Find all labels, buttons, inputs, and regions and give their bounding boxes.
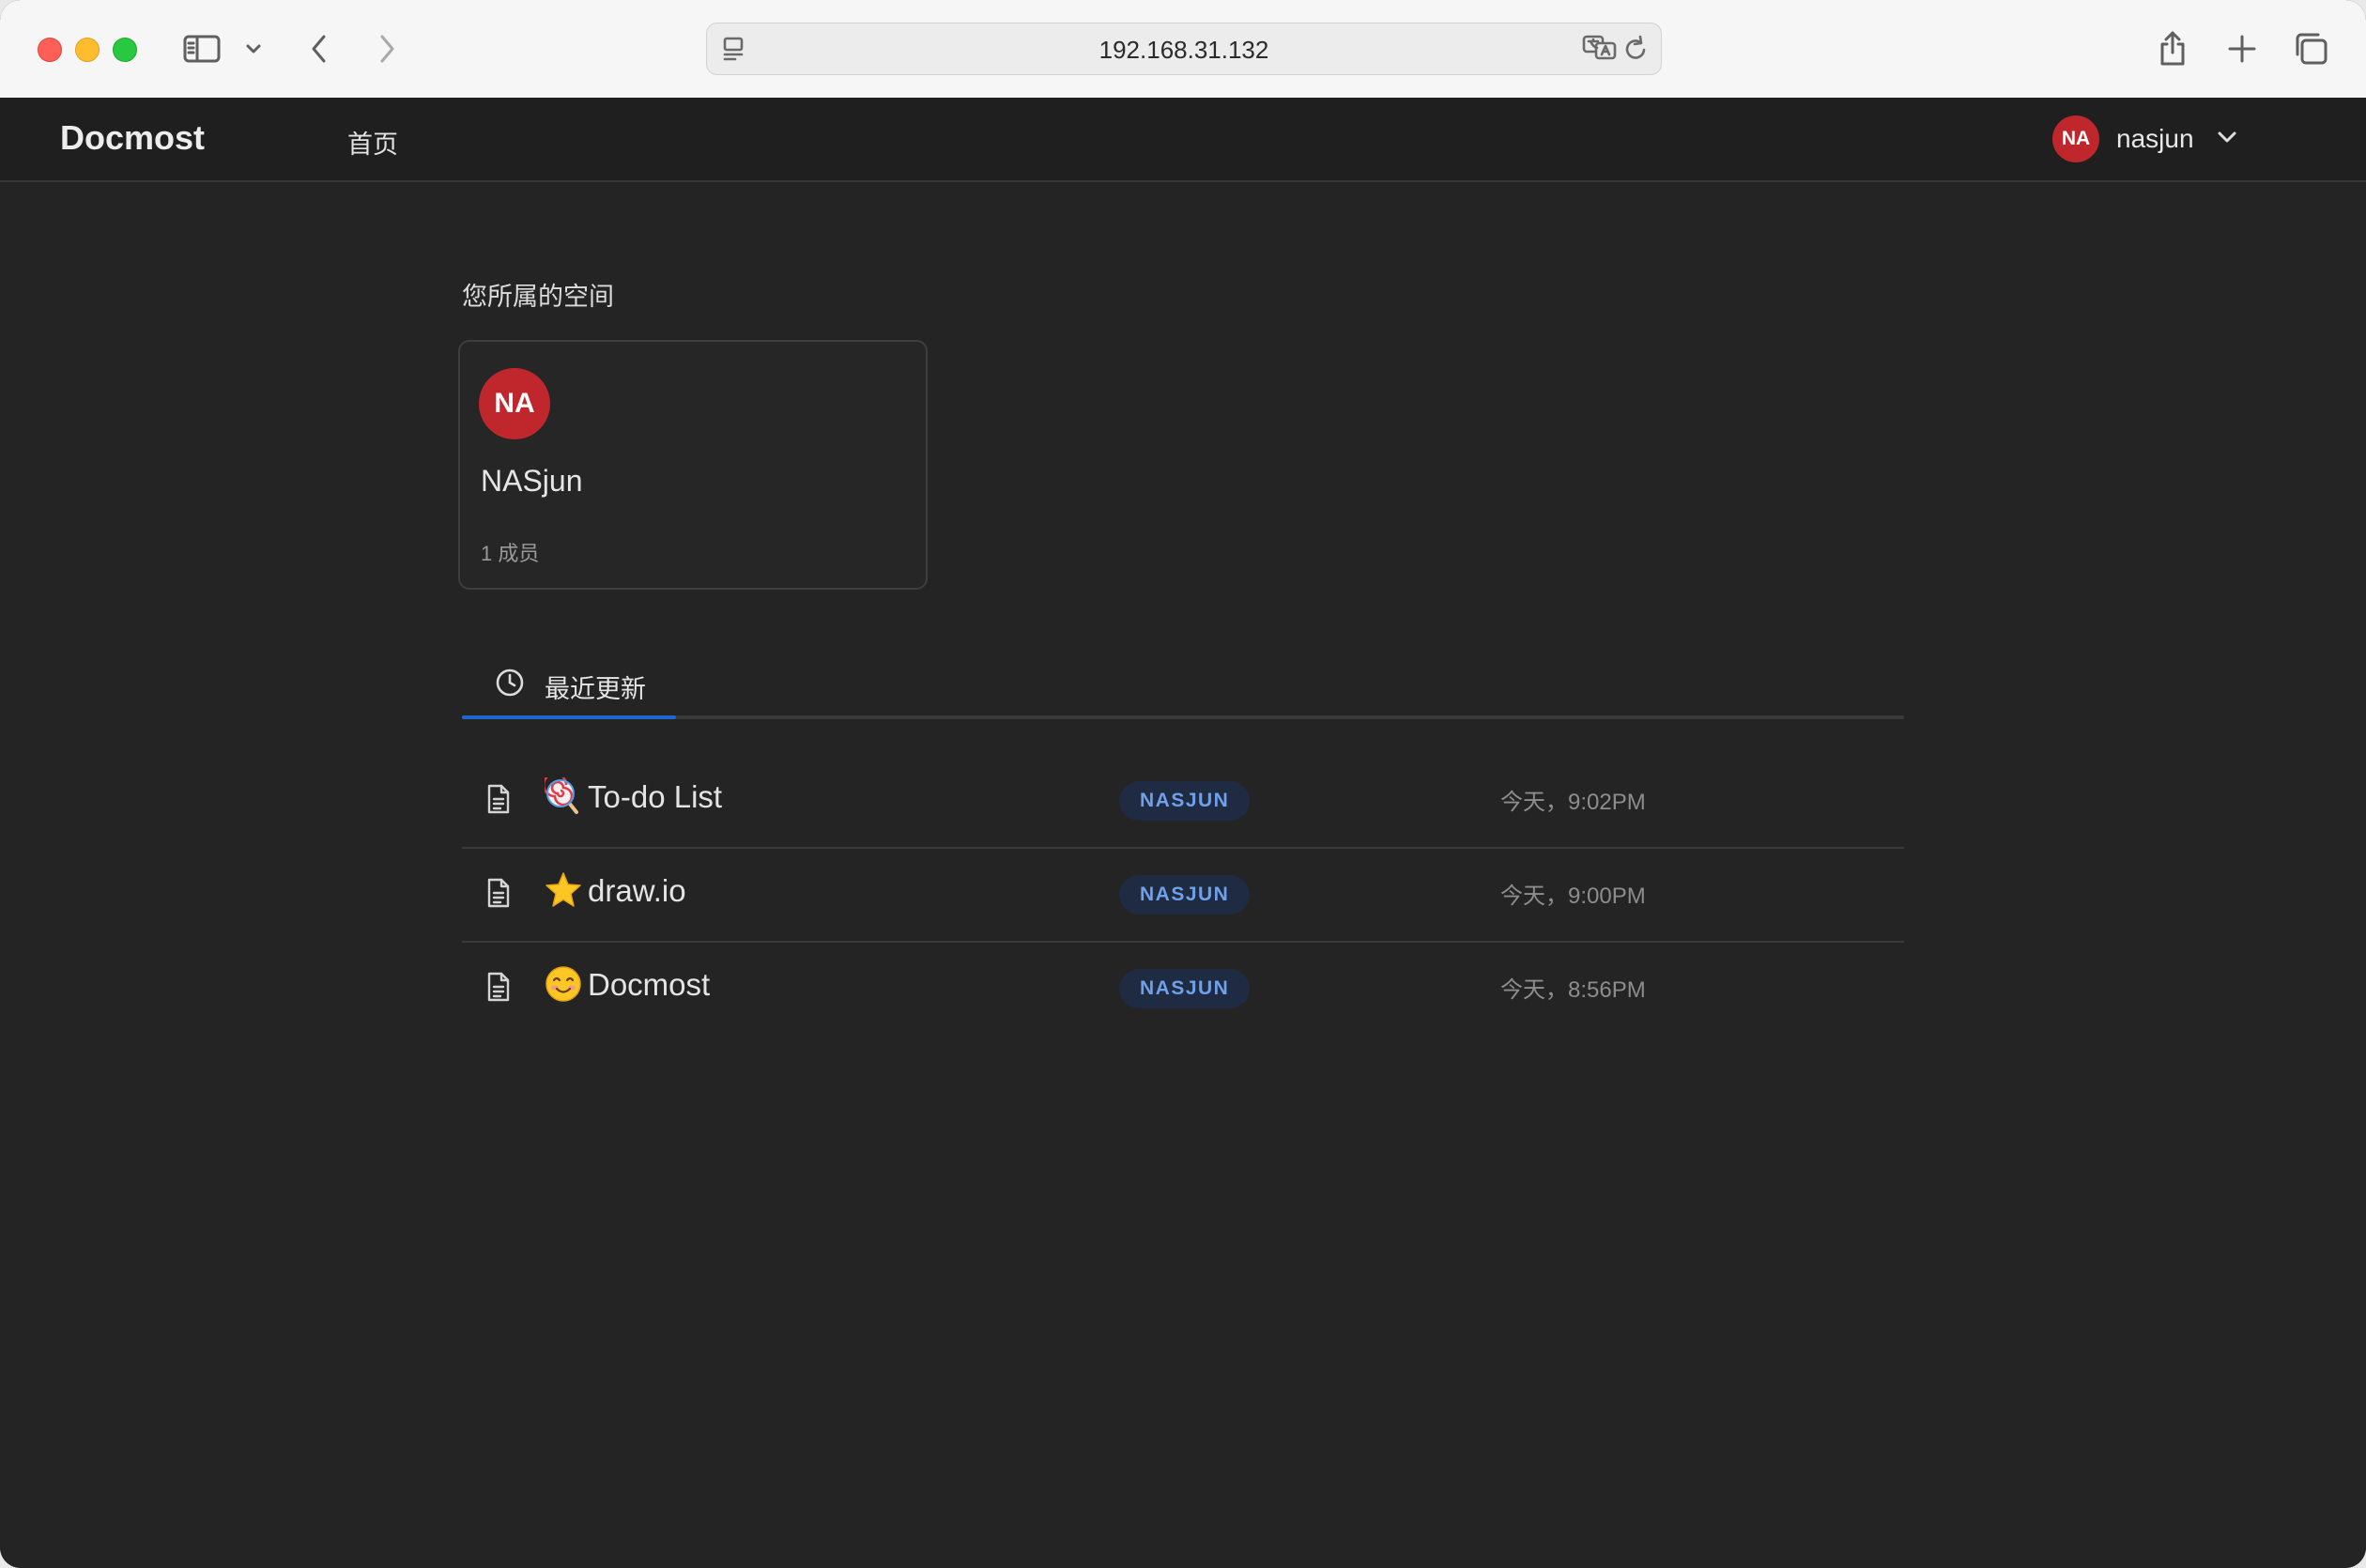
page-title: draw.io [588,873,686,908]
page-file-icon [484,877,513,914]
list-item[interactable]: To-do List NASJUN 今天，9:02PM [462,755,1904,849]
list-item[interactable]: draw.io NASJUN 今天，9:00PM [462,849,1904,943]
space-avatar: NA [479,368,550,439]
recent-tabs: 最近更新 [462,652,1904,719]
space-card[interactable]: NA NASjun 1 成员 [458,340,928,590]
space-badge: NASJUN [1119,969,1251,1008]
tabs-divider [462,715,1904,719]
share-icon[interactable] [2152,26,2193,71]
page-file-icon [484,783,513,820]
lollipop-emoji-icon [542,772,582,815]
page-file-icon [484,971,513,1007]
active-tab-indicator [462,715,676,719]
app-header: Docmost 首页 NA nasjun [0,98,2366,182]
user-avatar: NA [2052,115,2099,162]
smile-emoji-icon [545,965,582,1003]
space-member-count: 1 成员 [481,542,540,565]
close-window-button[interactable] [38,38,62,62]
user-menu-button[interactable]: NA nasjun [2052,115,2237,163]
reload-icon[interactable] [1623,35,1650,68]
new-tab-plus-icon[interactable] [2221,26,2263,71]
main-content: 您所属的空间 NA NASjun 1 成员 最近更新 To-do List NA… [0,182,2366,1568]
updated-time: 今天，8:56PM [1500,977,1646,1003]
list-item[interactable]: Docmost NASJUN 今天，8:56PM [462,943,1904,1035]
back-arrow-icon[interactable] [300,26,338,71]
clock-icon [494,667,526,703]
address-bar[interactable]: 192.168.31.132 [706,23,1662,75]
spaces-section-title: 您所属的空间 [462,283,614,311]
brand-logo[interactable]: Docmost [60,118,205,158]
forward-arrow-icon[interactable] [368,26,406,71]
space-badge: NASJUN [1119,781,1251,821]
minimize-window-button[interactable] [75,38,100,62]
browser-toolbar: 192.168.31.132 [0,0,2366,99]
updated-time: 今天，9:00PM [1500,884,1646,909]
tab-recent-updates-label: 最近更新 [545,675,646,703]
page-title: Docmost [588,967,711,1002]
space-name: NASjun [481,464,583,498]
chevron-down-icon [2217,131,2237,148]
space-badge: NASJUN [1119,875,1251,915]
zoom-window-button[interactable] [113,38,137,62]
sidebar-toggle-icon[interactable] [178,26,225,71]
page-title: To-do List [588,779,723,814]
tab-recent-updates[interactable]: 最近更新 [462,652,676,719]
user-name: nasjun [2116,124,2194,153]
star-emoji-icon [545,871,582,909]
updated-time: 今天，9:02PM [1500,790,1646,815]
url-text[interactable]: 192.168.31.132 [707,36,1661,65]
nav-home-link[interactable]: 首页 [347,124,398,161]
tab-group-chevron-down-icon[interactable] [240,26,267,71]
tab-overview-icon[interactable] [2291,26,2332,71]
translate-icon[interactable] [1582,34,1618,67]
recent-pages-list: To-do List NASJUN 今天，9:02PM draw.io NASJ… [462,755,1904,1035]
browser-window: 192.168.31.132 Docmost 首页 NA nasjun 您所属的… [0,0,2366,1568]
